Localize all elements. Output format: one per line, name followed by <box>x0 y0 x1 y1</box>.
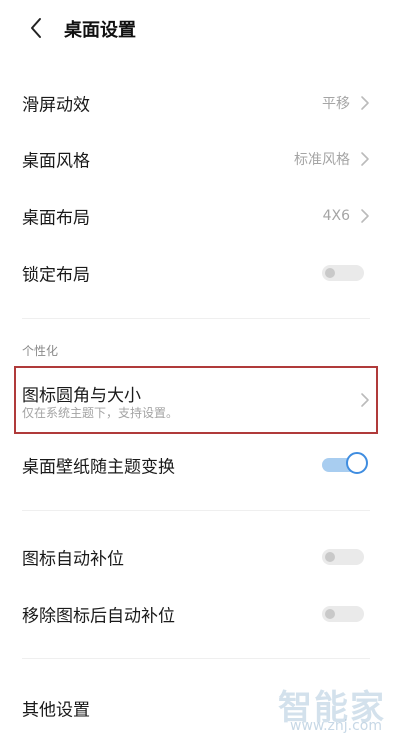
setting-remove-autofill: 移除图标后自动补位 <box>0 586 400 642</box>
chevron-right-icon <box>361 96 369 110</box>
setting-subtitle: 仅在系统主题下，支持设置。 <box>22 406 179 420</box>
setting-label: 其他设置 <box>22 700 90 721</box>
setting-icon-autofill: 图标自动补位 <box>0 529 400 585</box>
setting-lock-layout: 锁定布局 <box>0 245 400 301</box>
toggle-knob <box>346 452 368 474</box>
chevron-left-icon <box>31 18 41 38</box>
setting-label: 锁定布局 <box>22 265 90 286</box>
setting-desktop-style[interactable]: 桌面风格 标准风格 <box>0 131 400 187</box>
setting-value: 标准风格 <box>294 152 350 168</box>
setting-label: 移除图标后自动补位 <box>22 606 175 627</box>
setting-wallpaper-follow-theme: 桌面壁纸随主题变换 <box>0 437 400 493</box>
setting-label: 滑屏动效 <box>22 95 90 116</box>
icon-autofill-toggle[interactable] <box>322 549 364 565</box>
setting-value: 平移 <box>322 96 350 112</box>
chevron-right-icon <box>361 209 369 223</box>
page-title: 桌面设置 <box>64 20 136 41</box>
setting-label: 桌面布局 <box>22 208 90 229</box>
section-title-personalization: 个性化 <box>22 344 59 358</box>
wallpaper-follow-toggle[interactable] <box>322 452 368 476</box>
header-bar: 桌面设置 <box>0 0 400 56</box>
watermark-url: www.znj.com <box>290 718 382 734</box>
toggle-knob <box>325 268 335 278</box>
toggle-knob <box>325 609 335 619</box>
setting-value: 4X6 <box>322 208 350 224</box>
toggle-knob <box>325 552 335 562</box>
section-divider <box>22 510 370 511</box>
chevron-right-icon <box>361 393 369 407</box>
setting-label: 桌面风格 <box>22 151 90 172</box>
section-divider <box>22 658 370 659</box>
setting-label: 桌面壁纸随主题变换 <box>22 457 175 478</box>
watermark-logo: 智能家 www.znj.com <box>278 680 386 734</box>
section-divider <box>22 318 370 319</box>
back-button[interactable] <box>22 14 50 42</box>
chevron-right-icon <box>361 152 369 166</box>
setting-label: 图标圆角与大小 <box>22 386 141 406</box>
lock-layout-toggle[interactable] <box>322 265 364 281</box>
setting-desktop-layout[interactable]: 桌面布局 4X6 <box>0 188 400 244</box>
setting-slide-effect[interactable]: 滑屏动效 平移 <box>0 75 400 131</box>
remove-autofill-toggle[interactable] <box>322 606 364 622</box>
setting-label: 图标自动补位 <box>22 549 124 570</box>
